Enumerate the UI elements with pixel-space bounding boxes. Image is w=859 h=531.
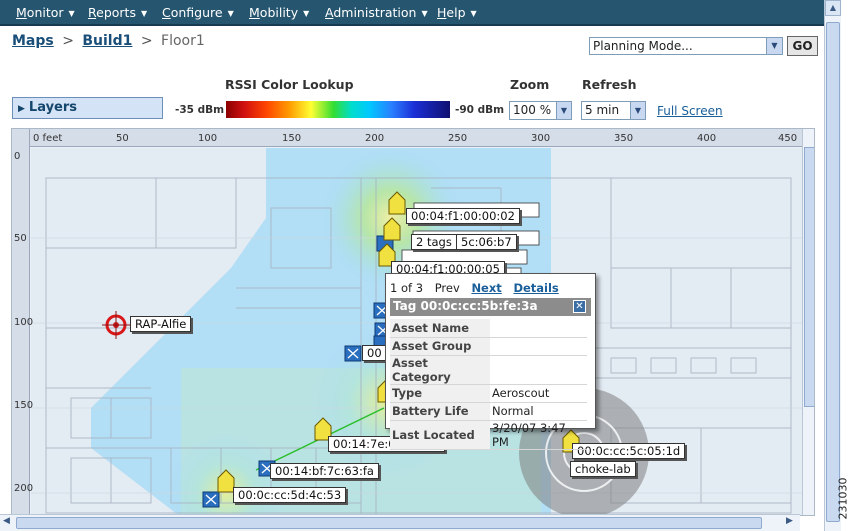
mode-select-value: Planning Mode... (593, 39, 693, 53)
map-vertical-scrollbar[interactable] (802, 129, 814, 515)
scroll-up-icon[interactable]: ▲ (825, 0, 841, 16)
ruler-x-label: 350 (614, 133, 634, 144)
scroll-right-icon[interactable]: ▶ (786, 516, 793, 526)
tag-label[interactable]: 00:14:bf:7c:63:fa (270, 463, 379, 479)
table-row: Asset Group (390, 337, 587, 356)
scroll-left-icon[interactable]: ◀ (3, 516, 10, 526)
chevron-down-icon: ▼ (470, 9, 477, 18)
popup-counter: 1 of 3 (390, 281, 424, 295)
horizontal-ruler: 0 feet 50 100 150 200 250 300 350 400 45… (12, 129, 802, 147)
tag-label[interactable]: 5c:06:b7 (456, 234, 517, 250)
ruler-x-label: 450 (778, 133, 798, 144)
refresh-select[interactable]: 5 min ▼ (581, 101, 646, 120)
page-vertical-scrollbar[interactable]: ▲ (824, 0, 841, 531)
rssi-high-label: -90 dBm (455, 104, 505, 116)
popup-header: Tag 00:0c:cc:5b:fe:3a ✕ (390, 298, 591, 316)
menu-configure[interactable]: Configure ▼ (162, 5, 234, 20)
breadcrumb-maps-link[interactable]: Maps (12, 33, 54, 49)
chevron-down-icon[interactable]: ▼ (630, 102, 645, 119)
table-row: Battery Life Normal (390, 402, 587, 421)
table-row: Asset Name (390, 319, 587, 338)
ruler-x-label: 150 (282, 133, 302, 144)
ruler-y-label: 150 (14, 400, 34, 411)
chevron-down-icon[interactable]: ▼ (766, 38, 782, 54)
ruler-y-label: 200 (14, 483, 34, 494)
mode-select[interactable]: Planning Mode... ▼ (589, 37, 783, 55)
layers-panel-toggle[interactable]: ▶ Layers (12, 97, 163, 119)
rssi-title: RSSI Color Lookup (225, 77, 354, 92)
tag-label[interactable]: 00:04:f1:00:00:02 (406, 208, 520, 224)
rap-alfie-label[interactable]: RAP-Alfie (130, 316, 192, 332)
zoom-select[interactable]: 100 % ▼ (509, 101, 572, 120)
table-row: Type Aeroscout (390, 384, 587, 403)
choke-point-label[interactable]: choke-lab (570, 461, 636, 477)
ruler-y-label: 50 (14, 233, 27, 244)
chevron-down-icon[interactable]: ▼ (556, 102, 571, 119)
close-icon[interactable]: ✕ (573, 300, 586, 313)
ruler-x-label: 400 (697, 133, 717, 144)
popup-next-link[interactable]: Next (471, 281, 501, 295)
menu-administration[interactable]: Administration ▼ (325, 5, 428, 20)
popup-title: Tag 00:0c:cc:5b:fe:3a (393, 299, 538, 313)
rssi-color-scale (226, 101, 450, 118)
ruler-x-label: 0 feet (33, 133, 63, 144)
scroll-thumb[interactable] (804, 147, 814, 407)
chevron-down-icon: ▼ (68, 9, 75, 18)
ruler-x-label: 300 (531, 133, 551, 144)
breadcrumb-separator: > (62, 33, 74, 49)
tag-label[interactable]: 00:0c:cc:5c:05:1d (572, 443, 686, 459)
popup-details-link[interactable]: Details (513, 281, 558, 295)
scroll-thumb[interactable] (826, 22, 840, 522)
ruler-x-label: 200 (365, 133, 385, 144)
tag-label[interactable]: 00 (362, 345, 387, 361)
ruler-y-label: 100 (14, 317, 34, 328)
zoom-value: 100 % (513, 103, 552, 117)
chevron-down-icon: ▼ (227, 9, 234, 18)
tag-details-table: Asset Name Asset Group Asset Category Ty… (390, 319, 587, 450)
refresh-title: Refresh (582, 77, 637, 92)
table-row: Last Located 3/20/07 3:47 PM (390, 420, 587, 450)
tag-label[interactable]: 00:0c:cc:5d:4c:53 (233, 487, 347, 503)
tag-group-label[interactable]: 2 tags (411, 234, 457, 250)
go-button[interactable]: GO (787, 36, 818, 56)
chevron-down-icon: ▼ (421, 9, 428, 18)
full-screen-link[interactable]: Full Screen (657, 104, 723, 118)
vertical-ruler: 0 50 100 150 200 (12, 129, 34, 515)
ruler-x-label: 100 (198, 133, 218, 144)
refresh-value: 5 min (585, 103, 620, 117)
menu-monitor[interactable]: Monitor ▼ (16, 5, 75, 20)
zoom-title: Zoom (510, 77, 550, 92)
ruler-y-label: 0 (14, 151, 21, 162)
breadcrumb-separator: > (140, 33, 153, 49)
table-row: Asset Category (390, 355, 587, 385)
layers-label: Layers (28, 100, 78, 115)
menu-mobility[interactable]: Mobility ▼ (249, 5, 309, 20)
menu-reports[interactable]: Reports ▼ (88, 5, 147, 20)
breadcrumb: Maps > Build1 > Floor1 (12, 33, 205, 49)
breadcrumb-floor: Floor1 (161, 33, 205, 49)
rssi-low-label: -35 dBm (175, 104, 225, 116)
chevron-right-icon: ▶ (18, 104, 25, 114)
popup-prev: Prev (434, 281, 460, 295)
scroll-thumb[interactable] (16, 517, 762, 529)
chevron-down-icon: ▼ (303, 9, 310, 18)
chevron-down-icon: ▼ (140, 9, 148, 18)
ruler-x-label: 50 (116, 133, 129, 144)
menu-help[interactable]: Help ▼ (437, 5, 477, 20)
tag-details-popup: 1 of 3 Prev Next Details Tag 00:0c:cc:5b… (385, 273, 596, 450)
horizontal-scrollbar[interactable]: ◀ ▶ (0, 514, 800, 531)
top-navigation-bar: Monitor ▼ Reports ▼ Configure ▼ Mobility ▼ A… (0, 0, 824, 26)
breadcrumb-building-link[interactable]: Build1 (82, 33, 132, 49)
popup-navigation: 1 of 3 Prev Next Details (390, 281, 559, 295)
ruler-x-label: 250 (448, 133, 468, 144)
figure-number: 231030 (836, 477, 850, 520)
